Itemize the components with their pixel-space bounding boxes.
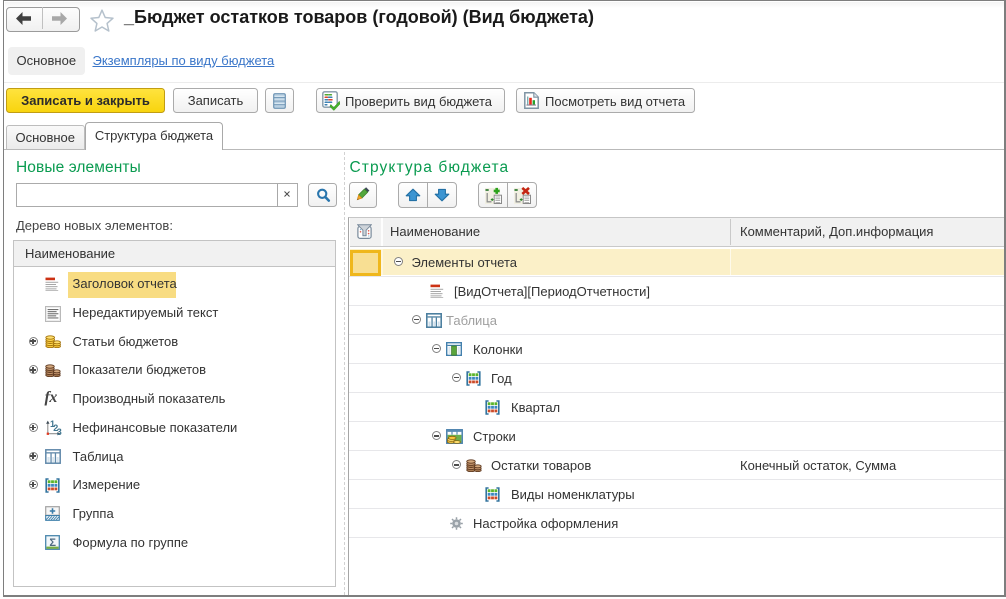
svg-text:3: 3 [57,427,62,436]
svg-text:Σ: Σ [49,537,56,549]
